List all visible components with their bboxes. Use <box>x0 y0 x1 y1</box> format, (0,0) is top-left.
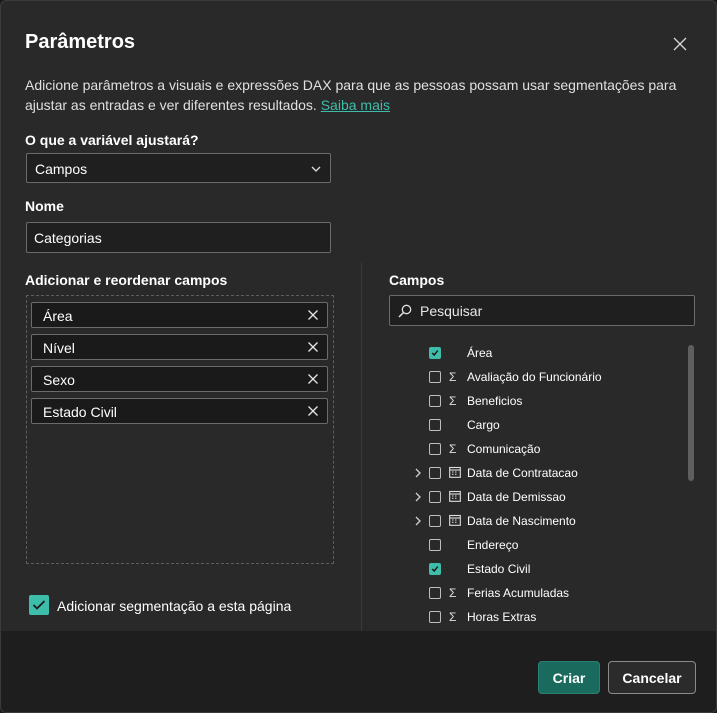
remove-icon[interactable] <box>307 309 319 321</box>
chevron-down-icon <box>311 166 321 172</box>
field-row[interactable]: Σ Horas Extras <box>389 605 679 629</box>
chevron-right-icon[interactable] <box>414 492 422 502</box>
field-name: Endereço <box>467 538 519 552</box>
fields-list: Área Σ Avaliação do Funcionário Σ Beneficios… <box>389 341 699 631</box>
field-checkbox[interactable] <box>429 347 441 359</box>
reorder-label: Adicionar e reordenar campos <box>25 272 228 288</box>
search-input[interactable] <box>418 300 682 322</box>
field-name: Comunicação <box>467 442 541 456</box>
field-checkbox[interactable] <box>429 491 441 503</box>
field-chip[interactable]: Nível <box>31 334 328 360</box>
field-row[interactable]: Endereço <box>389 533 679 557</box>
field-name: Data de Demissao <box>467 490 566 504</box>
field-checkbox[interactable] <box>429 539 441 551</box>
field-name: Estado Civil <box>467 562 531 576</box>
field-row[interactable]: Σ Ferias Acumuladas <box>389 581 679 605</box>
field-chip-label: Nível <box>43 340 75 356</box>
field-row[interactable]: Data de Contratacao <box>389 461 679 485</box>
fields-label: Campos <box>389 272 445 288</box>
field-row[interactable]: Σ Avaliação do Funcionário <box>389 365 679 389</box>
field-name: Cargo <box>467 418 500 432</box>
sigma-icon: Σ <box>449 586 457 600</box>
field-checkbox[interactable] <box>429 419 441 431</box>
close-icon <box>673 37 687 51</box>
field-chip-label: Área <box>43 308 73 324</box>
field-row[interactable]: Cargo <box>389 413 679 437</box>
parameters-dialog: Parâmetros Adicione parâmetros a visuais… <box>0 0 717 713</box>
field-name: Data de Nascimento <box>467 514 576 528</box>
close-button[interactable] <box>665 29 695 59</box>
add-slicer-checkbox[interactable] <box>29 595 49 615</box>
field-chip[interactable]: Sexo <box>31 366 328 392</box>
remove-icon[interactable] <box>307 373 319 385</box>
field-checkbox[interactable] <box>429 467 441 479</box>
field-row[interactable]: Σ Beneficios <box>389 389 679 413</box>
reorder-fields-zone[interactable]: Área Nível Sexo Estado Civil <box>26 295 334 564</box>
field-name: Área <box>467 346 493 360</box>
name-label: Nome <box>25 198 64 214</box>
checkmark-icon <box>431 566 439 573</box>
variable-dropdown[interactable]: Campos <box>26 153 331 183</box>
field-name: Avaliação do Funcionário <box>467 370 602 384</box>
learn-more-link[interactable]: Saiba mais <box>321 97 390 113</box>
field-name: Horas Extras <box>467 610 537 624</box>
sigma-icon: Σ <box>449 394 457 408</box>
field-chip[interactable]: Área <box>31 302 328 328</box>
fields-search-box[interactable] <box>389 295 695 326</box>
remove-icon[interactable] <box>307 341 319 353</box>
dialog-description: Adicione parâmetros a visuais e expressõ… <box>25 75 685 115</box>
field-row[interactable]: Estado Civil <box>389 557 679 581</box>
fields-scrollbar[interactable] <box>688 345 694 481</box>
chevron-right-icon[interactable] <box>414 468 422 478</box>
field-name: Ferias Acumuladas <box>467 586 570 600</box>
calendar-icon <box>449 490 461 502</box>
variable-selected-value: Campos <box>35 161 88 177</box>
field-row[interactable]: Área <box>389 341 679 365</box>
field-checkbox[interactable] <box>429 611 441 623</box>
checkmark-icon <box>32 600 46 610</box>
field-name: Data de Contratacao <box>467 466 578 480</box>
sigma-icon: Σ <box>449 610 457 624</box>
field-checkbox[interactable] <box>429 371 441 383</box>
calendar-icon <box>449 514 461 526</box>
field-checkbox[interactable] <box>429 563 441 575</box>
sigma-icon: Σ <box>449 442 457 456</box>
checkmark-icon <box>431 350 439 357</box>
sigma-icon: Σ <box>449 370 457 384</box>
chevron-right-icon[interactable] <box>414 516 422 526</box>
field-row[interactable]: Data de Nascimento <box>389 509 679 533</box>
field-row[interactable]: Σ Comunicação <box>389 437 679 461</box>
field-checkbox[interactable] <box>429 515 441 527</box>
field-checkbox[interactable] <box>429 443 441 455</box>
cancel-button[interactable]: Cancelar <box>608 661 696 694</box>
add-slicer-label: Adicionar segmentação a esta página <box>57 598 292 614</box>
field-chip-label: Estado Civil <box>43 404 117 420</box>
search-icon <box>398 304 412 318</box>
field-row[interactable]: Data de Demissao <box>389 485 679 509</box>
field-chip-label: Sexo <box>43 372 75 388</box>
field-name: Beneficios <box>467 394 523 408</box>
calendar-icon <box>449 466 461 478</box>
panel-divider <box>361 263 362 631</box>
remove-icon[interactable] <box>307 405 319 417</box>
dialog-title: Parâmetros <box>25 31 136 53</box>
field-checkbox[interactable] <box>429 395 441 407</box>
create-button[interactable]: Criar <box>538 661 600 694</box>
field-chip[interactable]: Estado Civil <box>31 398 328 424</box>
name-input[interactable] <box>26 222 331 253</box>
variable-label: O que a variável ajustará? <box>25 132 199 148</box>
field-checkbox[interactable] <box>429 587 441 599</box>
